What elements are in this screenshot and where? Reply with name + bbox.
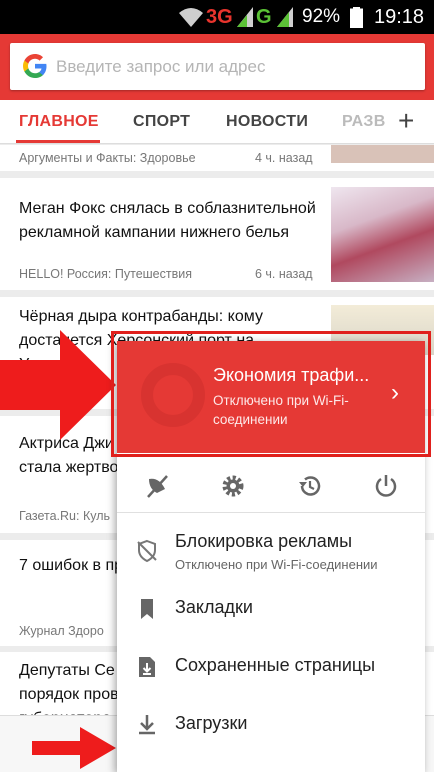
- menu-item-label: Блокировка рекламы: [175, 531, 353, 551]
- news-source: Газета.Ru: Куль: [19, 509, 111, 523]
- tab-entertainment[interactable]: РАЗВ: [342, 113, 386, 131]
- news-source: Аргументы и Факты: Здоровье: [19, 151, 196, 165]
- battery-percent: 92%: [302, 6, 341, 27]
- add-tab-button[interactable]: +: [398, 105, 415, 137]
- gear-icon[interactable]: [220, 473, 246, 499]
- google-icon: [23, 54, 47, 78]
- search-input[interactable]: [56, 43, 416, 90]
- wifi-icon: [179, 8, 203, 27]
- tab-news[interactable]: НОВОСТИ: [226, 113, 308, 131]
- bookmark-icon: [141, 599, 153, 619]
- search-box[interactable]: [10, 43, 425, 90]
- news-thumbnail: [331, 187, 434, 282]
- news-card[interactable]: Аргументы и Факты: Здоровье 4 ч. назад: [0, 145, 434, 171]
- highlight-frame: [111, 331, 431, 457]
- history-icon[interactable]: [297, 473, 323, 499]
- power-icon[interactable]: [373, 473, 399, 499]
- status-bar: 3G G 92% 19:18: [0, 0, 434, 34]
- signal-icon: [237, 7, 253, 27]
- menu-item-sublabel: Отключено при Wi-Fi-соединении: [175, 557, 378, 572]
- saved-page-icon: [139, 657, 155, 677]
- news-title: 7 ошибок в пр: [19, 557, 124, 574]
- menu-icon-row: [117, 453, 425, 513]
- news-source: HELLO! Россия: Путешествия: [19, 267, 192, 281]
- news-source: Журнал Здоро: [19, 624, 104, 638]
- clock: 19:18: [374, 6, 425, 28]
- menu-item-label: Загрузки: [175, 713, 248, 733]
- news-time: 4 ч. назад: [255, 151, 313, 165]
- toolbar: [0, 34, 434, 100]
- pointer-arrow-icon: [0, 330, 116, 440]
- menu-item-adblock[interactable]: Блокировка рекламы Отключено при Wi-Fi-с…: [117, 525, 425, 581]
- menu-item-label: Закладки: [175, 597, 253, 617]
- signal-icon-2: [277, 7, 293, 27]
- category-tabs: ГЛАВНОЕ СПОРТ НОВОСТИ РАЗВ +: [0, 100, 434, 144]
- screen: 3G G 92% 19:18 ГЛАВНОЕ СПОРТ НОВОСТИ: [0, 0, 434, 772]
- news-card[interactable]: Меган Фокс снялась в соблазнительной рек…: [0, 178, 434, 290]
- news-time: 6 ч. назад: [255, 267, 313, 281]
- menu-item-saved-pages[interactable]: Сохраненные страницы: [117, 639, 425, 695]
- menu-item-bookmarks[interactable]: Закладки: [117, 581, 425, 637]
- menu-item-label: Сохраненные страницы: [175, 655, 376, 675]
- news-thumbnail: [331, 145, 434, 163]
- battery-icon: [350, 7, 363, 28]
- download-icon: [139, 715, 155, 735]
- satellite-icon[interactable]: [145, 473, 171, 499]
- active-tab-indicator: [16, 140, 100, 143]
- network-g-label: G: [256, 6, 272, 28]
- tab-main[interactable]: ГЛАВНОЕ: [19, 113, 99, 131]
- shield-icon: [137, 539, 157, 563]
- network-3g-label: 3G: [206, 6, 233, 28]
- menu-item-downloads[interactable]: Загрузки: [117, 697, 425, 753]
- tab-sport[interactable]: СПОРТ: [133, 113, 190, 131]
- news-title: Меган Фокс снялась в соблазнительной рек…: [19, 200, 316, 241]
- pointer-arrow-icon-2: [32, 727, 116, 769]
